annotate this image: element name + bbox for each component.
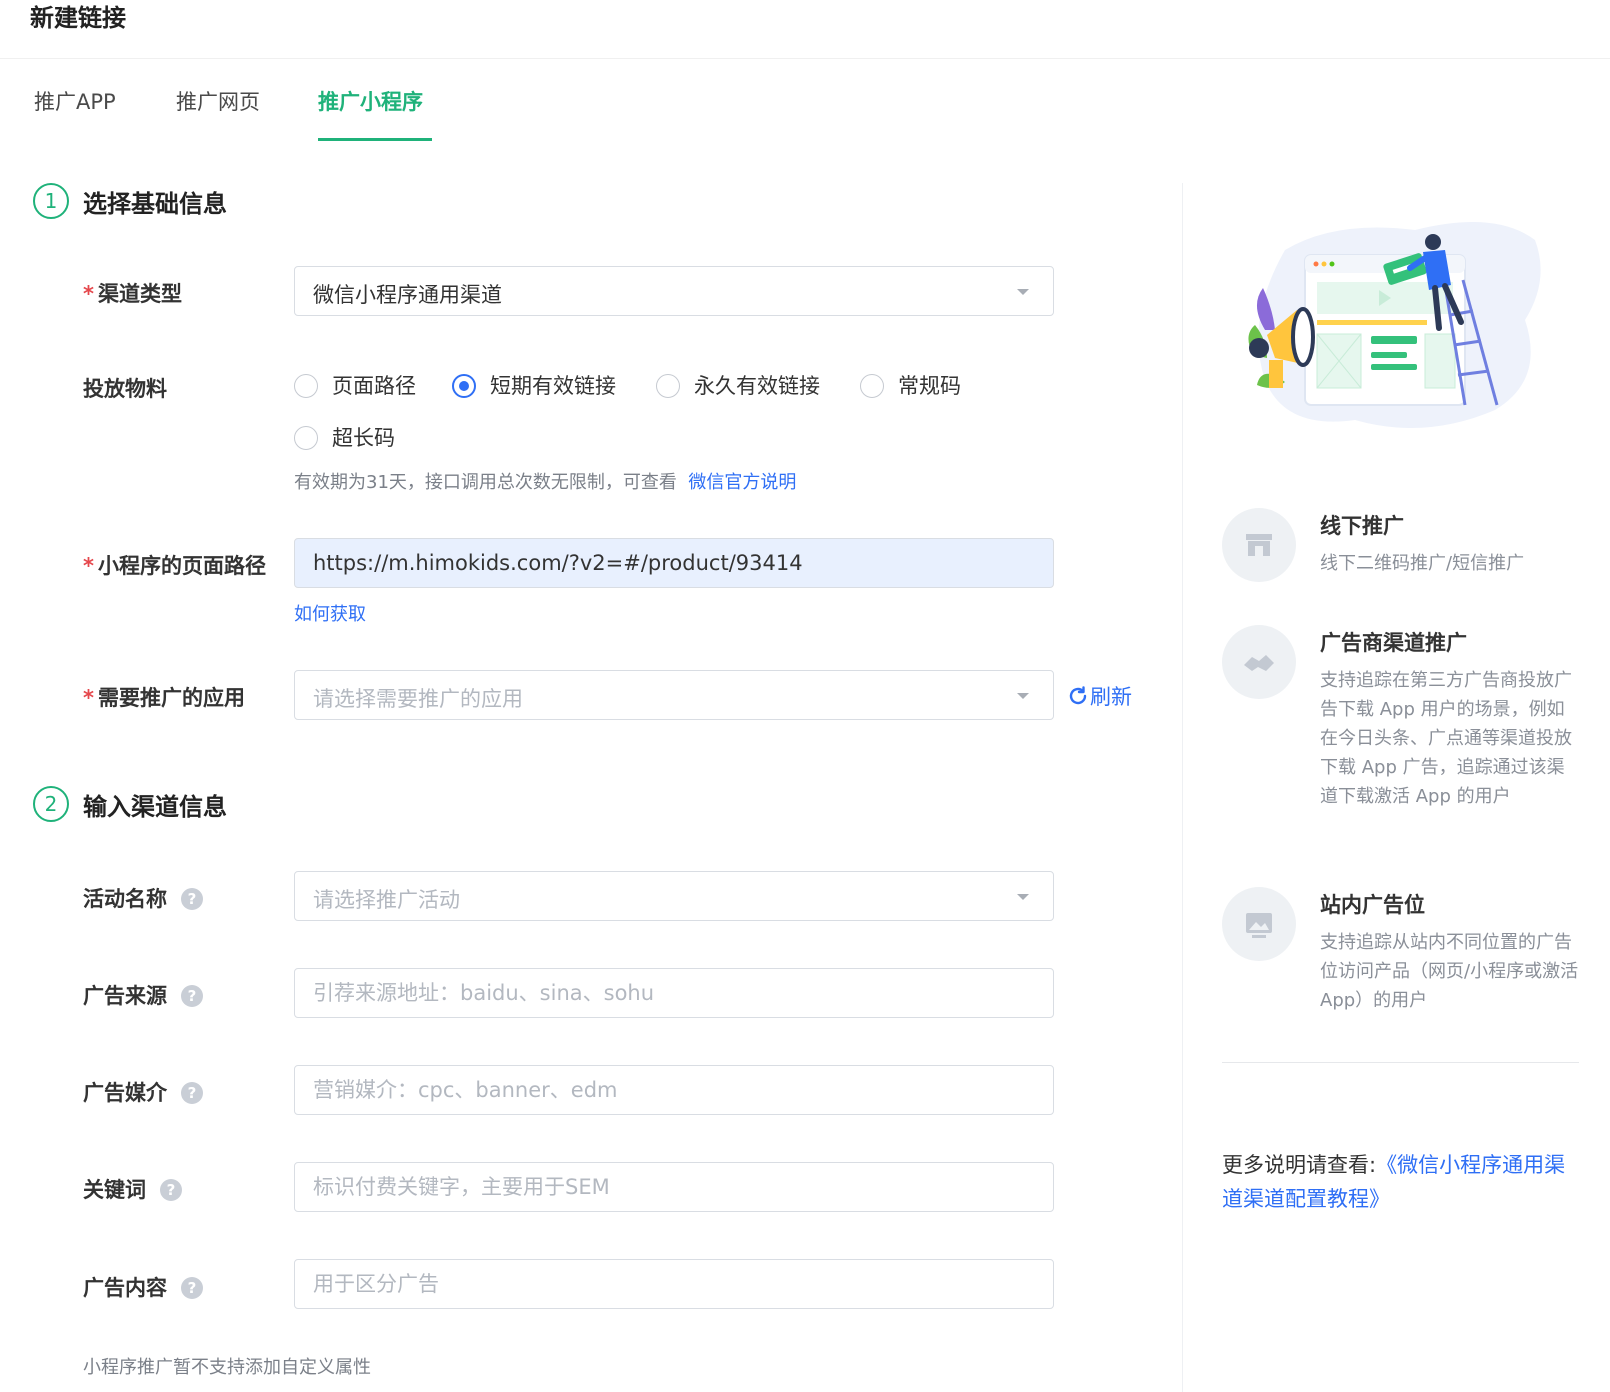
offline-promotion-desc: 线下二维码推广/短信推广 [1320, 553, 1525, 574]
channel-type-select[interactable]: 微信小程序通用渠道 [294, 266, 1054, 316]
step-2-badge: 2 [33, 786, 69, 822]
help-icon[interactable]: ? [181, 985, 203, 1007]
app-select[interactable]: 请选择需要推广的应用 [294, 670, 1054, 720]
keyword-label: 关键词? [83, 1174, 182, 1204]
refresh-icon [1069, 686, 1087, 705]
page-header: 新建链接 [0, 0, 1610, 59]
chevron-down-icon [1017, 693, 1029, 699]
page-path-label: * 小程序的页面路径 [83, 554, 266, 578]
ad-source-input[interactable] [295, 969, 1053, 1017]
ad-medium-field [294, 1065, 1054, 1115]
how-to-get-link[interactable]: 如何获取 [294, 600, 366, 626]
ad-content-field [294, 1259, 1054, 1309]
ad-content-input[interactable] [295, 1260, 1053, 1308]
ad-content-label: 广告内容? [83, 1272, 203, 1302]
keyword-input[interactable] [295, 1163, 1053, 1211]
help-icon[interactable]: ? [181, 888, 203, 910]
activity-select[interactable]: 请选择推广活动 [294, 871, 1054, 921]
page-title: 新建链接 [30, 4, 126, 32]
custom-attribute-note: 小程序推广暂不支持添加自定义属性 [83, 1357, 371, 1378]
picture-icon [1222, 887, 1296, 961]
tab-promote-web[interactable]: 推广网页 [176, 86, 260, 116]
ad-medium-label: 广告媒介? [83, 1077, 203, 1107]
section-1-title: 选择基础信息 [83, 190, 227, 218]
offline-promotion-title: 线下推广 [1320, 514, 1404, 538]
chevron-down-icon [1017, 289, 1029, 295]
handshake-icon [1222, 625, 1296, 699]
sidebar-divider [1222, 1062, 1579, 1063]
activity-name-label: 活动名称? [83, 883, 203, 913]
step-1-badge: 1 [33, 183, 69, 219]
help-icon[interactable]: ? [181, 1082, 203, 1104]
active-tab-indicator [318, 138, 432, 141]
vertical-divider [1182, 183, 1183, 1392]
ad-source-label: 广告来源? [83, 980, 203, 1010]
page-path-input[interactable]: https://m.himokids.com/?v2=#/product/934… [294, 538, 1054, 588]
store-icon [1222, 508, 1296, 582]
channel-type-label: * 渠道类型 [83, 282, 182, 306]
section-2-title: 输入渠道信息 [83, 793, 227, 821]
ad-channel-desc: 支持追踪在第三方广告商投放广告下载 App 用户的场景，例如在今日头条、广点通等… [1320, 670, 1572, 807]
chevron-down-icon [1017, 894, 1029, 900]
promotion-illustration [1248, 222, 1541, 428]
app-label: * 需要推广的应用 [83, 686, 245, 710]
ad-source-field [294, 968, 1054, 1018]
keyword-field [294, 1162, 1054, 1212]
material-hint: 有效期为31天，接口调用总次数无限制，可查看 微信官方说明 [294, 472, 797, 493]
help-icon[interactable]: ? [181, 1277, 203, 1299]
wechat-official-doc-link[interactable]: 微信官方说明 [688, 472, 796, 493]
channel-type-value: 微信小程序通用渠道 [313, 283, 502, 307]
app-select-placeholder: 请选择需要推广的应用 [313, 687, 523, 711]
page-path-value: https://m.himokids.com/?v2=#/product/934… [313, 551, 803, 575]
tab-promote-app[interactable]: 推广APP [34, 86, 116, 116]
ad-channel-title: 广告商渠道推广 [1320, 631, 1467, 655]
ad-medium-input[interactable] [295, 1066, 1053, 1114]
more-info: 更多说明请查看:《微信小程序通用渠道渠道配置教程》 [1222, 1153, 1566, 1211]
site-ad-slot-title: 站内广告位 [1320, 893, 1425, 917]
material-label: 投放物料 [83, 377, 167, 401]
tab-promote-miniprogram[interactable]: 推广小程序 [318, 86, 423, 116]
site-ad-slot-desc: 支持追踪从站内不同位置的广告位访问产品（网页/小程序或激活 App）的用户 [1320, 932, 1579, 1011]
activity-select-placeholder: 请选择推广活动 [313, 888, 460, 912]
help-icon[interactable]: ? [160, 1179, 182, 1201]
refresh-button[interactable]: 刷新 [1066, 681, 1132, 711]
